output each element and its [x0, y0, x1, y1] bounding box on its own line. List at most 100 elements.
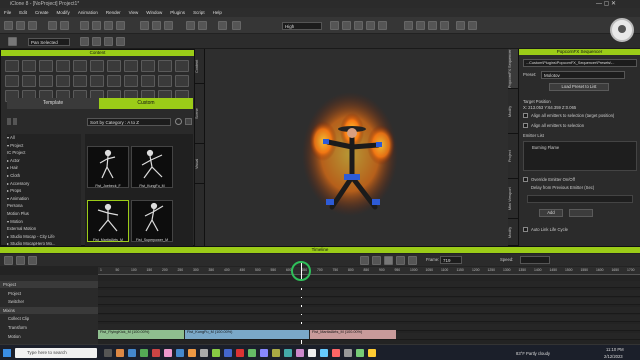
timeline-key-icon[interactable]: [16, 256, 25, 265]
app-icon-20[interactable]: [344, 349, 352, 357]
category-icon[interactable]: [158, 60, 172, 72]
thumbnail-fist-kungfu[interactable]: Fist_KungFu_M: [131, 146, 173, 188]
track-row[interactable]: [98, 306, 640, 314]
menu-item-render[interactable]: Render: [106, 8, 121, 17]
track-label[interactable]: Mixins: [0, 306, 98, 314]
weather-widget[interactable]: 83°F Partly cloudy: [516, 351, 550, 356]
plugin-icon[interactable]: [456, 21, 465, 30]
clock-time[interactable]: 11:10 PM: [606, 347, 624, 352]
clip-fist-flyingkick[interactable]: Fist_FlyingKick_M (100.00%): [98, 330, 184, 339]
app-icon-16[interactable]: [296, 349, 304, 357]
script-icon[interactable]: [468, 21, 477, 30]
rotate-icon[interactable]: [104, 21, 113, 30]
emitter-item[interactable]: Burning Flame: [532, 145, 559, 150]
vtab-visual[interactable]: Visual: [195, 144, 205, 184]
tree-item[interactable]: ▾ All: [7, 134, 81, 142]
fit-icon[interactable]: [104, 37, 113, 46]
render-icon[interactable]: [186, 21, 195, 30]
move-icon[interactable]: [92, 21, 101, 30]
app-icon-2[interactable]: [128, 349, 136, 357]
menu-item-window[interactable]: Window: [146, 8, 162, 17]
tree-item[interactable]: ▸ Cloth: [7, 172, 81, 180]
vtab-scene[interactable]: Scene: [195, 84, 205, 144]
play-icon[interactable]: [384, 256, 393, 265]
app-icon-9[interactable]: [212, 349, 220, 357]
tab-template[interactable]: Template: [7, 98, 99, 109]
category-icon[interactable]: [73, 75, 87, 87]
tree-item[interactable]: ▸ Props: [7, 187, 81, 195]
orbit-icon[interactable]: [80, 37, 89, 46]
preset-path-field[interactable]: ...Custom\Plugins\PopcornFX_Sequencer\Pr…: [523, 59, 637, 67]
delay-input[interactable]: [527, 195, 633, 203]
skip-end-icon[interactable]: [408, 256, 417, 265]
next-frame-icon[interactable]: [396, 256, 405, 265]
clip-fist-martialarts[interactable]: Fist_MartialArts_M (100.00%): [310, 330, 396, 339]
menu-item-create[interactable]: Create: [35, 8, 49, 17]
vtab-modify-2[interactable]: Modify: [508, 219, 518, 246]
timeline-settings-icon[interactable]: [4, 256, 13, 265]
category-icon[interactable]: [73, 60, 87, 72]
timeline-ruler[interactable]: 1 50 100 150 200 250 300 350 400 450 500 550 600 650 7…: [98, 267, 640, 275]
tree-item[interactable]: ▸ Accessory: [7, 180, 81, 188]
category-icon[interactable]: [141, 75, 155, 87]
category-icon[interactable]: [5, 75, 19, 87]
app-icon-22[interactable]: [368, 349, 376, 357]
add-button[interactable]: Add: [539, 209, 563, 217]
ik-icon[interactable]: [428, 21, 437, 30]
menu-item-edit[interactable]: Edit: [19, 8, 27, 17]
track-label[interactable]: Transform: [0, 324, 98, 331]
category-icon[interactable]: [22, 60, 36, 72]
category-icon[interactable]: [22, 75, 36, 87]
menu-item-help[interactable]: Help: [213, 8, 222, 17]
app-icon-12[interactable]: [248, 349, 256, 357]
expand-tree-icon[interactable]: [7, 118, 11, 125]
thumbnail-fist-martialarts[interactable]: Fist_MartialArts_M: [87, 200, 129, 242]
tree-item[interactable]: ▸ Hair: [7, 164, 81, 172]
category-icon[interactable]: [5, 60, 19, 72]
app-icon-13[interactable]: [260, 349, 268, 357]
category-icon[interactable]: [124, 75, 138, 87]
emitter-list[interactable]: Burning Flame: [523, 141, 637, 171]
preset-select[interactable]: Molotov: [541, 71, 625, 79]
zoom-icon[interactable]: [92, 37, 101, 46]
menu-item-plugins[interactable]: Plugins: [170, 8, 185, 17]
redo-icon[interactable]: [60, 21, 69, 30]
options-icon[interactable]: [185, 118, 192, 125]
menu-item-script[interactable]: Script: [193, 8, 205, 17]
open-file-icon[interactable]: [16, 21, 25, 30]
vtab-popcornfx[interactable]: PopcornFX Sequencer: [508, 49, 518, 89]
category-icon[interactable]: [56, 75, 70, 87]
camera-view-icon[interactable]: [218, 21, 227, 30]
tree-item[interactable]: Persona: [7, 202, 81, 210]
3d-viewport[interactable]: [205, 49, 508, 246]
app-icon-7[interactable]: [188, 349, 196, 357]
tree-item[interactable]: ▾ Motion: [7, 218, 81, 226]
ao-icon[interactable]: [354, 21, 363, 30]
category-icon[interactable]: [107, 75, 121, 87]
skip-start-icon[interactable]: [360, 256, 369, 265]
track-row[interactable]: [98, 289, 640, 297]
auto-link-checkbox[interactable]: [523, 227, 528, 232]
menu-item-view[interactable]: View: [129, 8, 139, 17]
tree-item[interactable]: ▾ Animation: [7, 195, 81, 203]
taskbar-search[interactable]: Type here to search: [15, 348, 97, 358]
grid-icon[interactable]: [164, 21, 173, 30]
track-label[interactable]: Project: [0, 281, 98, 288]
gpu-icon[interactable]: [330, 21, 339, 30]
category-icon[interactable]: [141, 60, 155, 72]
save-icon[interactable]: [28, 21, 37, 30]
scale-icon[interactable]: [116, 21, 125, 30]
speed-select[interactable]: [520, 256, 550, 264]
track-row[interactable]: [98, 281, 640, 288]
category-icon[interactable]: [90, 60, 104, 72]
vtab-modify[interactable]: Modify: [508, 89, 518, 134]
menu-item-file[interactable]: File: [4, 8, 11, 17]
app-icon-11[interactable]: [236, 349, 244, 357]
category-icon[interactable]: [39, 75, 53, 87]
timeline-filter-icon[interactable]: [28, 256, 37, 265]
category-icon[interactable]: [124, 60, 138, 72]
focus-icon[interactable]: [116, 37, 125, 46]
track-label[interactable]: Motion: [0, 333, 98, 340]
app-icon-6[interactable]: [176, 349, 184, 357]
app-icon-19[interactable]: [332, 349, 340, 357]
